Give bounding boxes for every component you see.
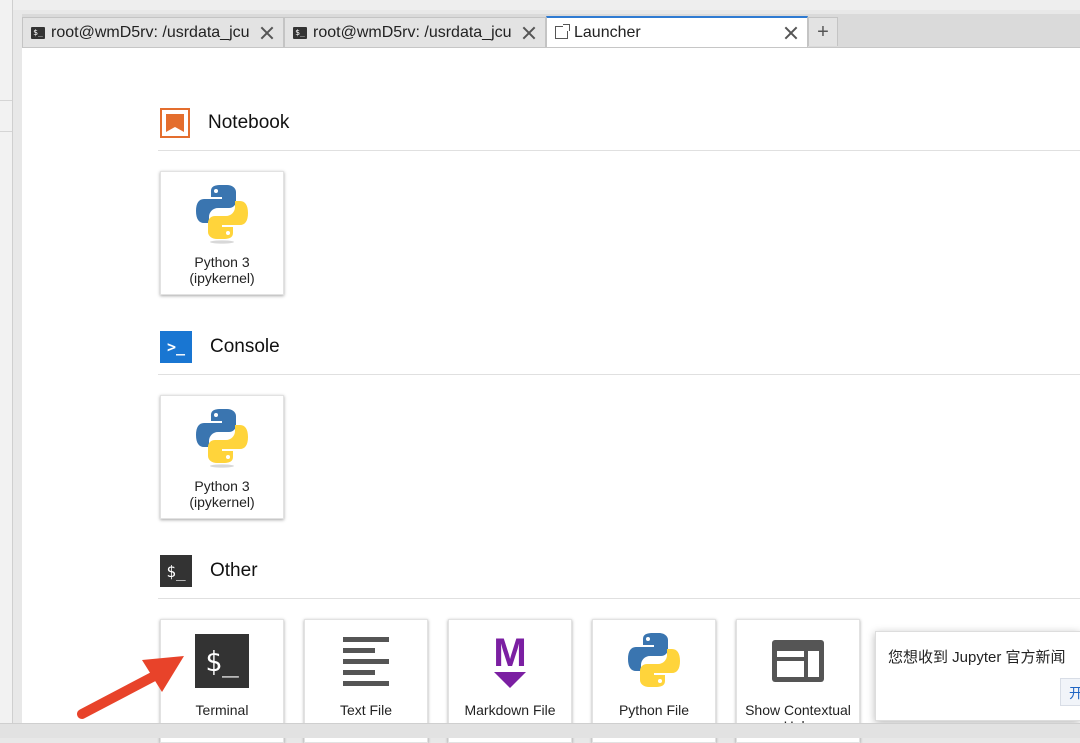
card-label: Python 3 (ipykernel) [189, 478, 255, 510]
left-sidebar-edge [0, 0, 13, 737]
terminal-icon: $_ [293, 26, 307, 39]
tab-bar: $_ root@wmD5rv: /usrdata_jcu $_ root@wmD… [22, 14, 1080, 48]
section-other-header: $_ Other [160, 554, 258, 588]
text-file-icon [335, 630, 397, 692]
card-notebook-python3[interactable]: Python 3 (ipykernel) [160, 171, 284, 295]
tab-label: root@wmD5rv: /usrdata_jcu [313, 23, 512, 41]
section-console-header: >_ Console [160, 330, 280, 364]
tab-launcher[interactable]: Launcher [546, 16, 808, 47]
section-title: Other [210, 560, 258, 581]
tab-terminal-2[interactable]: $_ root@wmD5rv: /usrdata_jcu [284, 17, 546, 47]
console-icon: >_ [160, 331, 192, 363]
tab-terminal-1[interactable]: $_ root@wmD5rv: /usrdata_jcu [22, 17, 284, 47]
python-logo-icon [623, 630, 685, 692]
notification-open-button[interactable]: 开 [1060, 678, 1080, 706]
card-label: Terminal [195, 702, 249, 718]
python-logo-icon [191, 406, 253, 468]
section-divider [158, 150, 1080, 151]
launcher-panel: Notebook Python 3 (ipykernel) >_ Console [22, 48, 1080, 743]
card-console-python3[interactable]: Python 3 (ipykernel) [160, 395, 284, 519]
section-title: Notebook [208, 112, 290, 133]
add-tab-button[interactable]: + [808, 17, 838, 46]
section-title: Console [210, 336, 280, 357]
section-divider [158, 598, 1080, 599]
tab-label: root@wmD5rv: /usrdata_jcu [51, 23, 250, 41]
sidebar-stub [0, 100, 12, 132]
window-top-strip [0, 0, 1080, 10]
notification-message: 您想收到 Jupyter 官方新闻 [888, 649, 1066, 666]
python-logo-icon [191, 182, 253, 244]
svg-text:M: M [493, 632, 526, 675]
terminal-icon: $_ [31, 26, 45, 39]
close-icon[interactable] [259, 25, 275, 41]
card-label: Markdown File [464, 702, 556, 718]
status-strip [0, 723, 1080, 738]
section-notebook-header: Notebook [160, 106, 289, 140]
section-divider [158, 374, 1080, 375]
tab-label: Launcher [574, 23, 641, 41]
launcher-icon [555, 24, 570, 39]
annotation-arrow-icon [77, 656, 184, 719]
terminal-icon: $_ [191, 630, 253, 692]
news-notification: 您想收到 Jupyter 官方新闻 开 [875, 631, 1080, 721]
card-label: Python File [618, 702, 690, 718]
notebook-icon [160, 108, 190, 138]
card-label: Text File [339, 702, 393, 718]
close-icon[interactable] [783, 25, 799, 41]
close-icon[interactable] [521, 25, 537, 41]
contextual-help-icon [767, 630, 829, 692]
markdown-icon: M [479, 630, 541, 692]
other-terminal-icon: $_ [160, 555, 192, 587]
card-label: Python 3 (ipykernel) [189, 254, 255, 286]
